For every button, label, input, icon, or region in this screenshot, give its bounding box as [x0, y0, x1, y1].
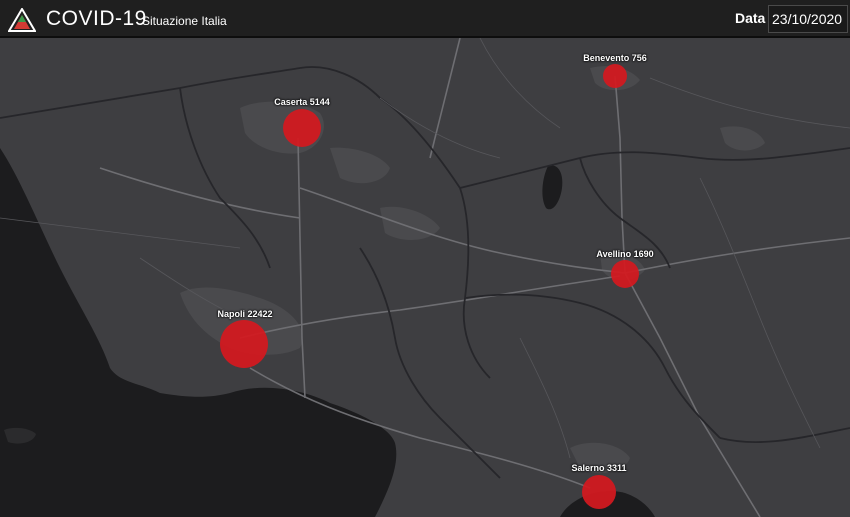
- label-salerno: Salerno 3311: [571, 463, 627, 473]
- label-caserta: Caserta 5144: [274, 97, 330, 107]
- label-napoli: Napoli 22422: [217, 309, 273, 319]
- lake: [542, 165, 563, 210]
- app-title: COVID-19: [46, 7, 147, 30]
- header-bar: COVID-19 Situazione Italia Data 23/10/20…: [0, 0, 850, 38]
- sea-area: [0, 148, 397, 517]
- marker-napoli[interactable]: [220, 320, 268, 368]
- italy-republic-logo-icon: [8, 8, 36, 32]
- marker-benevento[interactable]: [603, 64, 627, 88]
- map-view[interactable]: Caserta 5144 Benevento 756 Avellino 1690…: [0, 38, 850, 517]
- label-avellino: Avellino 1690: [596, 249, 654, 259]
- marker-avellino[interactable]: [611, 260, 639, 288]
- label-benevento: Benevento 756: [583, 53, 647, 63]
- map-basemap: [0, 38, 850, 517]
- date-field[interactable]: 23/10/2020: [768, 5, 848, 33]
- date-label: Data: [735, 10, 766, 26]
- marker-salerno[interactable]: [582, 475, 616, 509]
- app-subtitle: Situazione Italia: [142, 14, 227, 28]
- marker-caserta[interactable]: [283, 109, 321, 147]
